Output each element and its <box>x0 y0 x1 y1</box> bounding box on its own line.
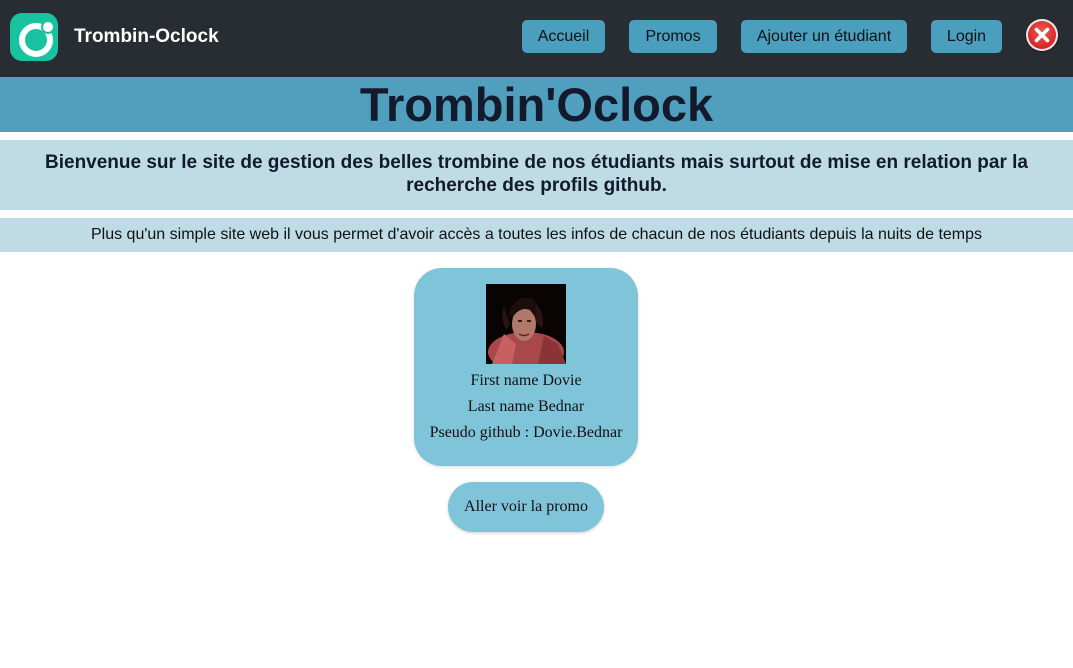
subtitle-message: Plus qu'un simple site web il vous perme… <box>0 218 1073 252</box>
logo-dot <box>41 20 55 34</box>
welcome-message: Bienvenue sur le site de gestion des bel… <box>0 140 1073 210</box>
view-promo-button[interactable]: Aller voir la promo <box>448 482 604 532</box>
nav-promos-button[interactable]: Promos <box>629 20 717 53</box>
nav-login-button[interactable]: Login <box>931 20 1002 53</box>
close-x-icon[interactable] <box>1026 19 1058 51</box>
student-first-name: First name Dovie <box>470 372 582 389</box>
nav-add-student-button[interactable]: Ajouter un étudiant <box>741 20 907 53</box>
student-photo <box>486 284 566 364</box>
oclock-logo-icon[interactable] <box>10 13 58 61</box>
student-last-name: Last name Bednar <box>467 398 585 415</box>
student-card: First name Dovie Last name Bednar Pseudo… <box>414 268 638 466</box>
page-title: Trombin'Oclock <box>0 77 1073 132</box>
navbar: Trombin-Oclock Accueil Promos Ajouter un… <box>0 0 1073 77</box>
student-github: Pseudo github : Dovie.Bednar <box>429 424 623 441</box>
close-x-glyph <box>1034 27 1050 43</box>
nav-accueil-button[interactable]: Accueil <box>522 20 605 53</box>
brand-name[interactable]: Trombin-Oclock <box>74 26 219 48</box>
